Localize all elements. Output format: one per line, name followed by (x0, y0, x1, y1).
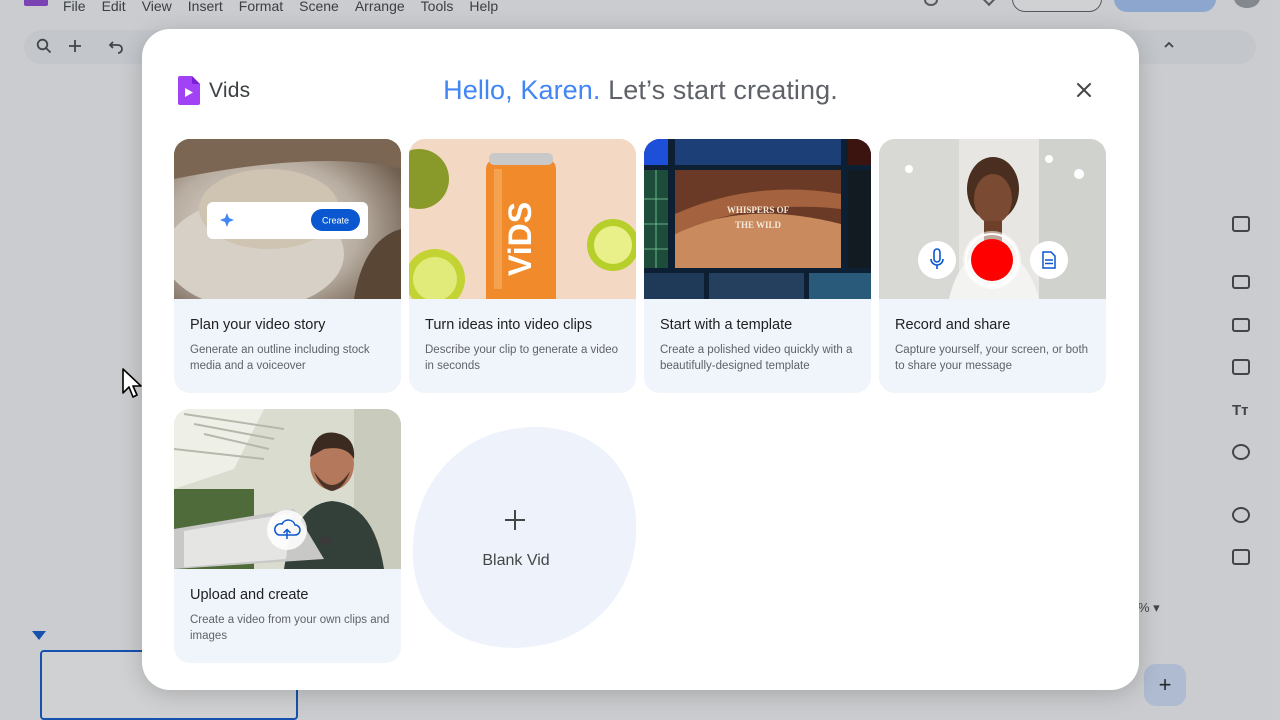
card-description: Create a polished video quickly with a b… (660, 344, 853, 372)
start-dialog: Vids Hello, Karen. Let’s start creating. (142, 29, 1139, 690)
card-upload-thumbnail (174, 409, 401, 569)
card-title: Plan your video story (190, 317, 326, 333)
card-upload-create[interactable]: Upload and create Create a video from yo… (174, 409, 401, 663)
close-icon (1077, 83, 1091, 97)
card-description: Generate an outline including stock medi… (190, 344, 370, 372)
greeting-hello: Hello, Karen. (443, 75, 601, 105)
card-title: Record and share (895, 317, 1011, 333)
record-button (971, 239, 1013, 281)
can-label: ViDS (502, 202, 538, 276)
card-title: Turn ideas into video clips (425, 317, 593, 333)
blank-vid-label: Blank Vid (482, 552, 550, 569)
card-title: Upload and create (190, 587, 309, 603)
card-title: Start with a template (660, 317, 793, 333)
card-description: Capture yourself, your screen, or both t… (895, 344, 1089, 372)
greeting-rest: Let’s start creating. (600, 75, 838, 105)
template-title-line2: THE WILD (735, 220, 782, 230)
close-button[interactable] (1069, 75, 1099, 105)
mouse-cursor-icon (122, 368, 142, 398)
blank-vid-button[interactable] (411, 425, 637, 649)
template-title-line1: WHISPERS OF (727, 205, 790, 215)
create-button-label: Create (322, 216, 349, 226)
card-record-share[interactable]: Record and share Capture yourself, your … (879, 139, 1106, 393)
mic-button (918, 241, 956, 279)
card-description: Describe your clip to generate a video i… (425, 344, 619, 372)
card-plan-thumbnail: Create (174, 139, 401, 299)
card-template-thumbnail: WHISPERS OF THE WILD (644, 139, 871, 299)
add-icon (505, 510, 525, 530)
card-plan-video-story[interactable]: Create Plan your video story Generate an… (174, 139, 401, 393)
card-start-template[interactable]: WHISPERS OF THE WILD Start with a templa… (644, 139, 871, 393)
card-clips-thumbnail: ViDS (409, 139, 636, 299)
greeting-title: Hello, Karen. Let’s start creating. (142, 75, 1139, 106)
card-turn-ideas-clips[interactable]: ViDS Turn ideas into video clips Describ… (409, 139, 636, 393)
card-description: Create a video from your own clips and i… (190, 614, 390, 642)
card-record-thumbnail (879, 139, 1106, 299)
